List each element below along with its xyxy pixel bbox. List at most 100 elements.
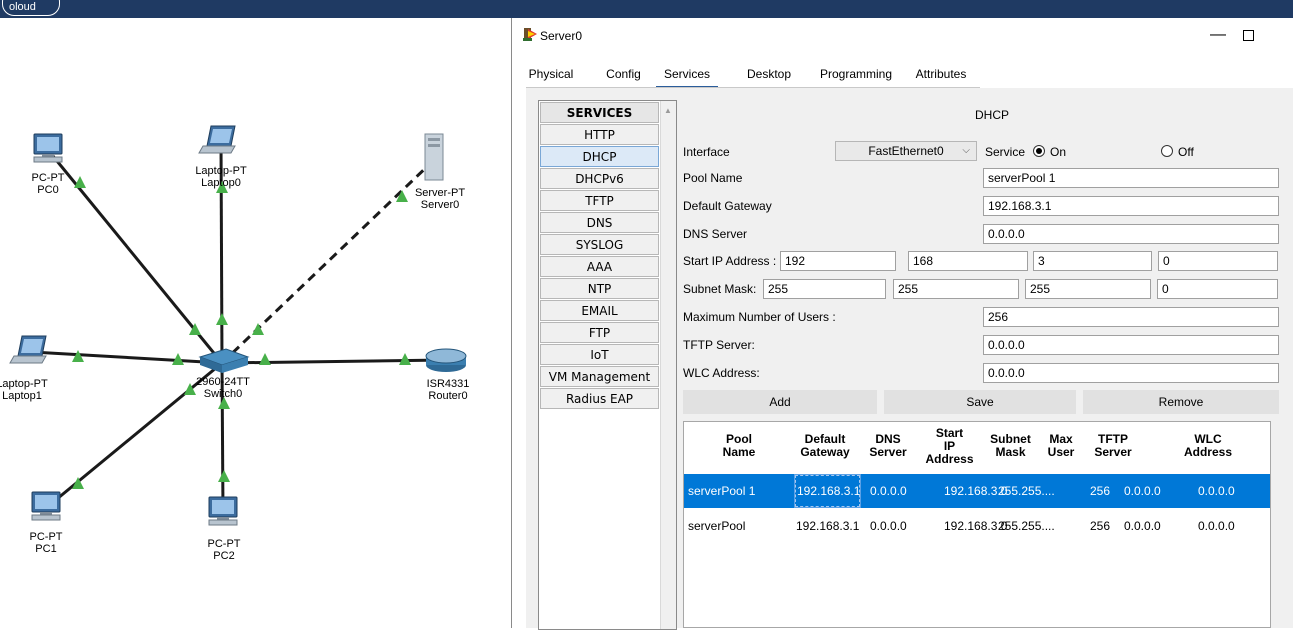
- column-header[interactable]: Pool Name: [684, 433, 794, 459]
- column-header[interactable]: Start IP Address: [920, 427, 979, 466]
- pool-name-input[interactable]: serverPool 1: [983, 168, 1279, 188]
- column-header[interactable]: Subnet Mask: [979, 433, 1042, 459]
- service-item-iot[interactable]: IoT: [540, 344, 659, 365]
- service-item-ntp[interactable]: NTP: [540, 278, 659, 299]
- service-off-radio[interactable]: [1161, 145, 1173, 157]
- link-switch0-router0[interactable]: [221, 358, 447, 365]
- service-item-vm-management[interactable]: VM Management: [540, 366, 659, 387]
- table-cell: 0.0.0.0: [1124, 484, 1161, 498]
- start-ip-octet-1[interactable]: 192: [780, 251, 896, 271]
- service-item-ftp[interactable]: FTP: [540, 322, 659, 343]
- column-header[interactable]: Default Gateway: [794, 433, 856, 459]
- tab-services[interactable]: Services: [656, 64, 718, 88]
- device-laptop1-icon[interactable]: [9, 335, 47, 364]
- service-item-http[interactable]: HTTP: [540, 124, 659, 145]
- service-item-email[interactable]: EMAIL: [540, 300, 659, 321]
- minimize-button[interactable]: —: [1204, 22, 1232, 48]
- subnet-mask-octet-3[interactable]: 255: [1025, 279, 1151, 299]
- window-title-bar[interactable]: Server0 —: [512, 18, 1293, 54]
- column-header-text: User: [1047, 445, 1075, 459]
- tab-programming[interactable]: Programming: [809, 64, 903, 86]
- tab-physical[interactable]: Physical: [526, 64, 576, 86]
- link-status-up-icon: [252, 323, 264, 335]
- device-switch0-label: 2960-24TT Switch0: [196, 376, 250, 400]
- device-router0-icon[interactable]: [425, 348, 467, 372]
- service-on-label: On: [1050, 145, 1067, 159]
- start-ip-label: Start IP Address :: [683, 254, 777, 268]
- link-laptop1-switch0[interactable]: [31, 350, 223, 365]
- device-type-text: ISR4331: [426, 378, 470, 390]
- table-cell: 0.0.0.0: [1198, 484, 1235, 498]
- device-laptop0-icon[interactable]: [198, 125, 236, 154]
- server-app-icon: [523, 28, 537, 41]
- window-title: Server0: [540, 29, 583, 43]
- device-pc0-icon[interactable]: [33, 133, 63, 163]
- scroll-up-icon[interactable]: ▲: [664, 106, 672, 115]
- dns-server-input[interactable]: 0.0.0.0: [983, 224, 1279, 244]
- service-item-aaa[interactable]: AAA: [540, 256, 659, 277]
- device-server0-icon[interactable]: [424, 133, 444, 181]
- dhcp-title: DHCP: [975, 108, 1010, 122]
- subnet-mask-octet-4[interactable]: 0: [1157, 279, 1278, 299]
- tab-attributes[interactable]: Attributes: [910, 64, 972, 86]
- default-gateway-label: Default Gateway: [683, 199, 772, 213]
- start-ip-octet-2[interactable]: 168: [908, 251, 1028, 271]
- column-header[interactable]: WLC Address: [1146, 433, 1270, 459]
- subnet-mask-octet-1[interactable]: 255: [763, 279, 886, 299]
- table-row[interactable]: serverPool 1 192.168.3.1 0.0.0.0 192.168.3.…: [684, 474, 1270, 508]
- subnet-mask-octet-2[interactable]: 255: [893, 279, 1019, 299]
- wlc-address-input[interactable]: 0.0.0.0: [983, 363, 1279, 383]
- service-item-radius-eap[interactable]: Radius EAP: [540, 388, 659, 409]
- device-pc0-label: PC-PT PC0: [32, 172, 65, 196]
- device-name-text: Server0: [420, 199, 460, 211]
- dns-server-label: DNS Server: [683, 227, 748, 241]
- service-item-tftp[interactable]: TFTP: [540, 190, 659, 211]
- device-name-text: Router0: [428, 390, 468, 402]
- device-type-text: Laptop-PT: [195, 165, 247, 177]
- link-status-up-icon: [259, 353, 271, 365]
- tftp-server-input[interactable]: 0.0.0.0: [983, 335, 1279, 355]
- table-row[interactable]: serverPool 192.168.3.1 0.0.0.0 192.168.3.0 2…: [684, 509, 1270, 543]
- column-header[interactable]: DNS Server: [856, 433, 920, 459]
- column-header-text: Mask: [995, 445, 1026, 459]
- server-config-window: Server0 — Physical Config Services Desktop P…: [511, 18, 1293, 630]
- save-button[interactable]: Save: [884, 390, 1076, 414]
- interface-select[interactable]: FastEthernet0 ⌵: [835, 141, 977, 161]
- device-type-text: Server-PT: [414, 187, 466, 199]
- tab-desktop[interactable]: Desktop: [740, 64, 798, 86]
- column-header[interactable]: TFTP Server: [1080, 433, 1146, 459]
- table-cell: 256: [1090, 484, 1111, 498]
- start-ip-octet-3[interactable]: 3: [1033, 251, 1152, 271]
- device-switch0-icon[interactable]: [198, 348, 250, 373]
- table-cell: 192.168.3.1: [794, 474, 862, 508]
- column-header[interactable]: Max User: [1042, 433, 1080, 459]
- cloud-label: oloud: [9, 1, 36, 13]
- services-panel: SERVICES HTTP DHCP DHCPv6 TFTP DNS SYSLOG AAA N…: [526, 88, 1293, 630]
- service-item-dhcp[interactable]: DHCP: [540, 146, 659, 167]
- add-button[interactable]: Add: [683, 390, 877, 414]
- device-server0-label: Server-PT Server0: [415, 187, 465, 211]
- services-scrollbar[interactable]: ▲: [660, 101, 676, 629]
- service-item-dhcpv6[interactable]: DHCPv6: [540, 168, 659, 189]
- device-name-text: PC2: [213, 550, 235, 562]
- service-item-syslog[interactable]: SYSLOG: [540, 234, 659, 255]
- remove-button[interactable]: Remove: [1083, 390, 1279, 414]
- cloud-button[interactable]: oloud: [2, 0, 60, 16]
- dhcp-panel: DHCP Interface FastEthernet0 ⌵ Service O…: [683, 88, 1293, 628]
- device-pc1-icon[interactable]: [31, 491, 61, 521]
- service-on-radio[interactable]: [1033, 145, 1045, 157]
- tab-config[interactable]: Config: [606, 64, 641, 86]
- default-gateway-input[interactable]: 192.168.3.1: [983, 196, 1279, 216]
- start-ip-octet-4[interactable]: 0: [1158, 251, 1278, 271]
- table-cell: 0.0.0.0: [1198, 519, 1235, 533]
- service-label: Service: [985, 145, 1026, 159]
- topology-canvas[interactable]: PC-PT PC0 Laptop-PT Laptop0 Server-PT Server0…: [0, 18, 510, 628]
- device-type-text: 2960-24TT: [196, 376, 250, 388]
- service-item-dns[interactable]: DNS: [540, 212, 659, 233]
- device-type-text: Laptop-PT: [0, 378, 48, 390]
- max-users-input[interactable]: 256: [983, 307, 1279, 327]
- device-pc2-icon[interactable]: [208, 496, 238, 526]
- device-laptop1-label: Laptop-PT Laptop1: [0, 378, 48, 402]
- device-router0-label: ISR4331 Router0: [427, 378, 470, 402]
- maximize-button[interactable]: [1234, 22, 1262, 48]
